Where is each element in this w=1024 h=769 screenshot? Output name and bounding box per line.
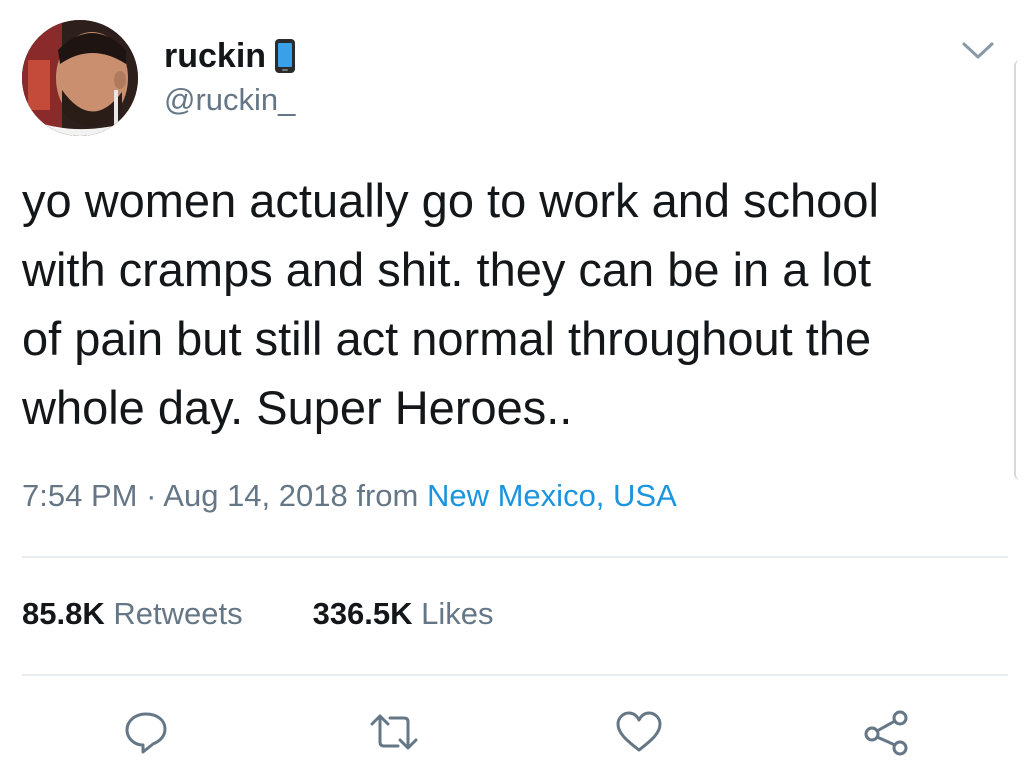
from-label: from: [347, 478, 427, 513]
chevron-down-icon[interactable]: [960, 38, 996, 62]
display-name-text[interactable]: ruckin: [164, 34, 266, 78]
tweet-text: yo women actually go to work and school …: [22, 174, 879, 434]
likes-stat[interactable]: 336.5K Likes: [313, 592, 494, 636]
retweets-label: Retweets: [104, 596, 243, 631]
avatar[interactable]: [22, 20, 138, 136]
tweet-meta: 7:54 PM · Aug 14, 2018 from New Mexico, …: [22, 474, 677, 518]
tweet-stats: 85.8K Retweets 336.5K Likes: [22, 592, 564, 636]
avatar-photo: [22, 20, 138, 136]
share-icon[interactable]: [860, 708, 908, 756]
heart-icon[interactable]: [614, 708, 662, 756]
divider-bottom: [22, 674, 1008, 676]
mobile-phone-icon: [274, 38, 296, 74]
likes-label: Likes: [412, 596, 494, 631]
retweet-icon[interactable]: [366, 708, 418, 756]
tweet-date[interactable]: Aug 14, 2018: [163, 478, 347, 513]
tweet-location-link[interactable]: New Mexico, USA: [427, 478, 677, 513]
meta-separator: ·: [137, 478, 164, 513]
retweets-count: 85.8K: [22, 596, 105, 631]
tweet-page: ruckin @ruckin_ yo women actually go to …: [0, 0, 1024, 769]
user-block: ruckin @ruckin_: [164, 34, 296, 120]
divider-top: [22, 556, 1008, 558]
reply-icon[interactable]: [122, 708, 170, 756]
scrollbar[interactable]: [1014, 60, 1024, 480]
tweet-actions: [0, 700, 1024, 769]
user-handle[interactable]: @ruckin_: [164, 80, 296, 120]
tweet-time[interactable]: 7:54 PM: [22, 478, 137, 513]
tweet-header: ruckin @ruckin_: [22, 20, 1002, 138]
retweets-stat[interactable]: 85.8K Retweets: [22, 592, 243, 636]
display-name[interactable]: ruckin: [164, 34, 296, 78]
likes-count: 336.5K: [312, 596, 413, 631]
